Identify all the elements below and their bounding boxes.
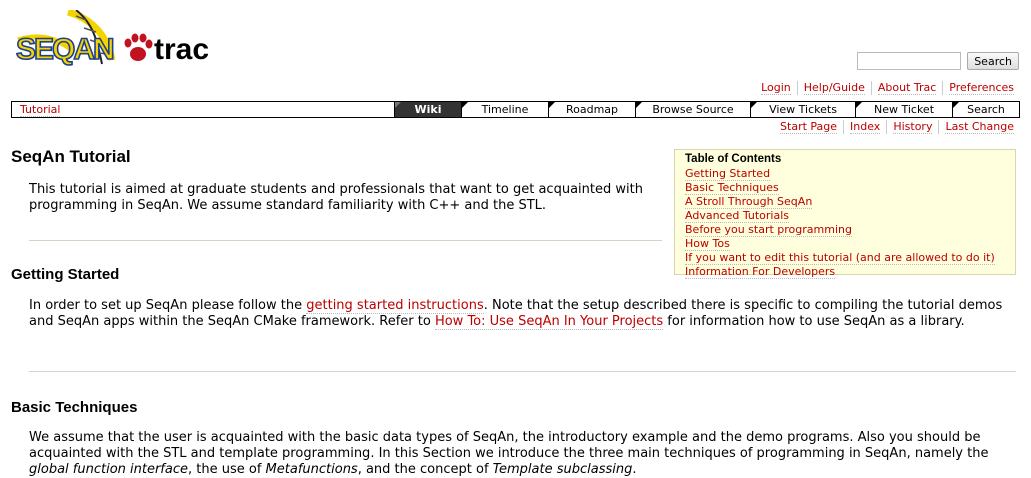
basic-techniques-paragraph: We assume that the user is acquainted wi… [29,430,1019,478]
text-segment: In order to set up SeqAn please follow t… [29,298,307,313]
breadcrumb-tutorial-link[interactable]: Tutorial [20,103,61,117]
section-heading-getting-started: Getting Started [11,266,120,283]
tab-view-tickets[interactable]: View Tickets [750,102,855,117]
index-link[interactable]: Index [850,120,881,134]
about-trac-link[interactable]: About Trac [877,81,937,95]
context-navigation: Start Page Index History Last Change [780,120,1014,134]
text-segment: We assume that the user is acquainted wi… [29,430,989,461]
start-page-link[interactable]: Start Page [780,120,838,134]
section-heading-basic-techniques: Basic Techniques [11,399,138,416]
emphasis-text: Template subclassing [492,462,633,477]
tab-wiki[interactable]: Wiki [394,102,461,117]
emphasis-text: global function interface [29,462,188,477]
intro-paragraph: This tutorial is aimed at graduate stude… [29,182,643,213]
search-form: Search [857,52,1019,70]
context-breadcrumb: Tutorial [12,102,394,117]
toc-item[interactable]: Advanced Tutorials [685,209,790,223]
search-input[interactable] [857,52,962,70]
section-divider [29,371,1016,372]
history-link[interactable]: History [893,120,933,134]
tab-roadmap[interactable]: Roadmap [548,102,635,117]
logo-trac-text: trac [154,33,209,66]
site-logo[interactable]: SEQAN trac [15,8,226,70]
toc-item[interactable]: If you want to edit this tutorial (and a… [685,251,995,265]
text-segment: for information how to use SeqAn as a li… [663,314,965,329]
section-divider [29,240,662,241]
emphasis-text: Metafunctions [265,462,358,477]
table-of-contents: Table of Contents Getting Started Basic … [674,149,1016,279]
text-segment: . [632,462,637,477]
getting-started-instructions-link[interactable]: getting started instructions [306,298,484,314]
seqan-trac-logo-icon: SEQAN trac [15,8,209,67]
tab-browse-source[interactable]: Browse Source [635,102,750,117]
toc-item[interactable]: Basic Techniques [685,181,779,195]
meta-navigation: Login Help/Guide About Trac Preferences [761,81,1014,95]
toc-item[interactable]: How Tos [685,237,730,251]
preferences-link[interactable]: Preferences [949,81,1014,95]
wiki-content: SeqAn Tutorial This tutorial is aimed at… [11,147,1016,477]
search-button[interactable]: Search [967,52,1019,70]
tab-search[interactable]: Search [952,102,1019,117]
page-title: SeqAn Tutorial [11,147,131,166]
paw-icon [124,33,153,61]
tab-new-ticket[interactable]: New Ticket [855,102,952,117]
tab-timeline[interactable]: Timeline [461,102,548,117]
text-segment: , the use of [188,462,266,477]
toc-item[interactable]: Information For Developers [685,265,836,279]
toc-item[interactable]: Before you start programming [685,223,852,237]
toc-item[interactable]: Getting Started [685,167,771,181]
help-guide-link[interactable]: Help/Guide [803,81,865,95]
getting-started-paragraph: In order to set up SeqAn please follow t… [29,298,1009,330]
text-segment: , and the concept of [357,462,493,477]
last-change-link[interactable]: Last Change [945,120,1014,134]
main-navigation: Tutorial Wiki Timeline Roadmap Browse So… [11,101,1020,118]
login-link[interactable]: Login [761,81,791,95]
how-to-use-seqan-link[interactable]: How To: Use SeqAn In Your Projects [434,314,664,330]
toc-item[interactable]: A Stroll Through SeqAn [685,195,813,209]
logo-seqan-text: SEQAN [16,33,113,66]
